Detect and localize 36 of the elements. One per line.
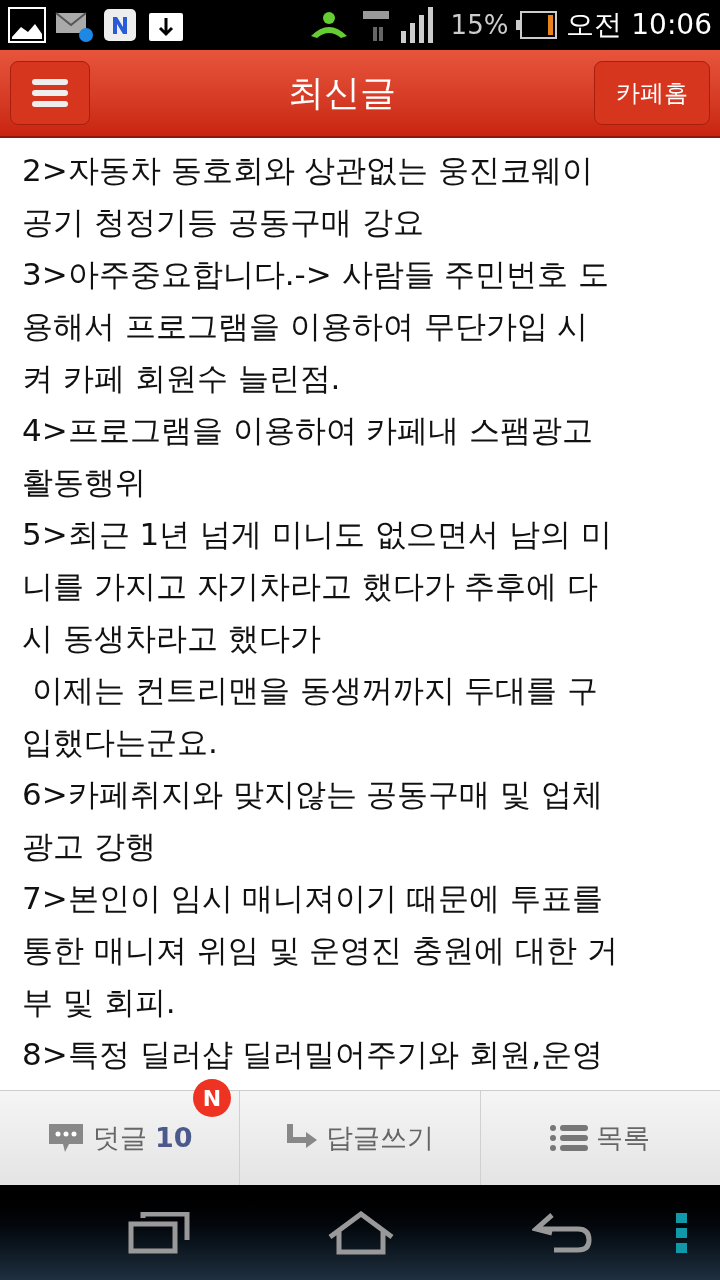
post-text-line: 6>카페취지와 맞지않는 공동구매 및 업체 xyxy=(22,775,605,814)
post-text-line: 부 및 회피. xyxy=(22,983,177,1022)
post-text-line: 활동행위 xyxy=(22,463,147,502)
post-text-line: 입했다는군요. xyxy=(22,723,219,762)
post-text-line: 3>아주중요합니다.-> 사람들 주민번호 도 xyxy=(22,255,611,294)
clock: 오전 10:06 xyxy=(566,7,712,43)
post-text-line: 2>자동차 동호회와 상관없는 웅진코웨이 xyxy=(22,151,595,190)
page-title: 최신글 xyxy=(288,71,396,115)
menu-button[interactable] xyxy=(10,61,90,125)
post-text-line: 용해서 프로그램을 이용하여 무단가입 시 xyxy=(22,307,590,346)
post-text-line: 7>본인이 임시 매니져이기 때문에 투표를 xyxy=(22,879,605,918)
post-text-line: 5>최근 1년 넘게 미니도 없으면서 남의 미 xyxy=(22,515,613,554)
post-text-line: 켜 카페 회원수 늘린점. xyxy=(22,359,342,398)
battery-icon xyxy=(516,10,559,40)
home-icon[interactable] xyxy=(327,1210,395,1255)
list-icon xyxy=(550,1124,589,1152)
post-text-line: 이제는 컨트리맨을 동생꺼까지 두대를 구 xyxy=(30,671,600,710)
post-text-line: 통한 매니져 위임 및 운영진 충원에 대한 거 xyxy=(22,931,619,970)
new-badge: N xyxy=(193,1079,231,1117)
menu-icon xyxy=(32,78,68,108)
post-text-line: 광고 강행 xyxy=(22,827,157,866)
back-icon[interactable] xyxy=(531,1211,592,1254)
recent-apps-icon[interactable] xyxy=(128,1211,191,1254)
post-text-line: 8>특정 딜러샵 딜러밀어주기와 회원,운영 xyxy=(22,1035,605,1074)
list-button[interactable]: 목록 xyxy=(480,1091,720,1185)
cafe-home-button[interactable]: 카페홈 xyxy=(594,61,710,125)
picture-icon xyxy=(8,7,46,43)
post-text-line: 4>프로그램을 이용하여 카페내 스팸광고 xyxy=(22,411,595,450)
comment-count: 10 xyxy=(154,1120,193,1155)
post-text-line: 시 동생차라고 했다가 xyxy=(22,619,322,658)
speech-bubble-icon xyxy=(46,1122,85,1154)
post-text-line: 니를 가지고 자기차라고 했다가 추후에 다 xyxy=(22,567,600,606)
post-text-line: 공기 청정기등 공동구매 강요 xyxy=(22,203,425,242)
overflow-menu-icon[interactable] xyxy=(676,1212,688,1253)
n-app-icon xyxy=(102,7,138,43)
battery-percent: 15% xyxy=(450,8,509,42)
